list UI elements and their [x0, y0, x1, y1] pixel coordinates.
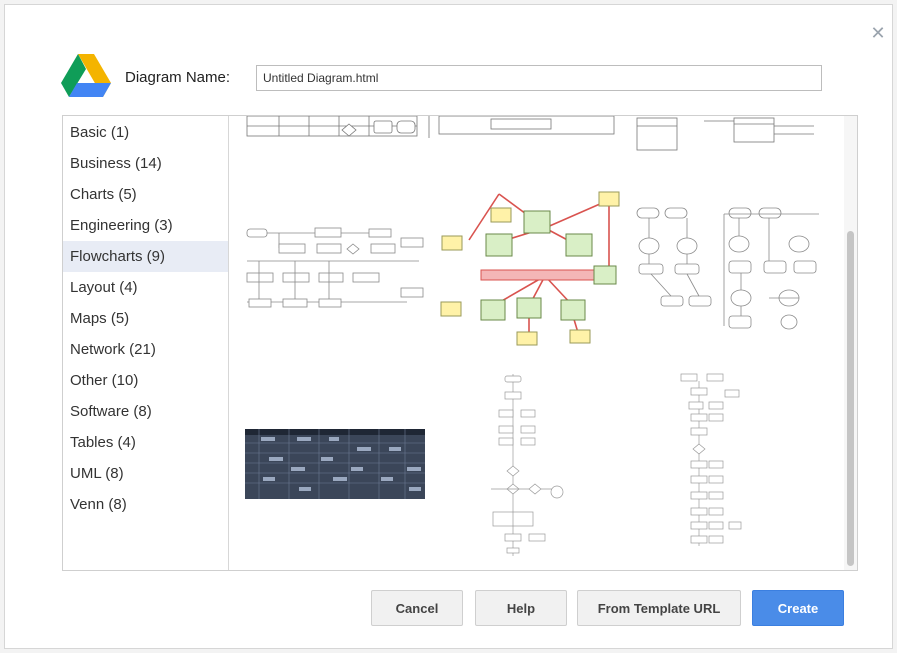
diagram-name-input[interactable] [256, 65, 822, 91]
template-thumbnail-flowchart-rounded[interactable] [636, 207, 819, 330]
category-venn[interactable]: Venn (8) [63, 489, 228, 520]
close-icon[interactable]: ✕ [870, 24, 886, 42]
category-basic[interactable]: Basic (1) [63, 117, 228, 148]
template-thumbnail-top-1[interactable] [246, 116, 418, 137]
template-preview-grid [229, 116, 843, 570]
template-thumbnail-flowchart-colored[interactable] [440, 191, 620, 346]
help-button[interactable]: Help [475, 590, 567, 626]
category-business[interactable]: Business (14) [63, 148, 228, 179]
template-thumbnail-flowchart-vertical-2[interactable] [680, 373, 742, 546]
template-thumbnail-table[interactable] [245, 429, 425, 499]
category-network[interactable]: Network (21) [63, 334, 228, 365]
google-drive-icon [61, 54, 111, 97]
category-layout[interactable]: Layout (4) [63, 272, 228, 303]
cancel-button[interactable]: Cancel [371, 590, 463, 626]
template-panel: Basic (1) Business (14) Charts (5) Engin… [62, 115, 858, 571]
diagram-name-label: Diagram Name: [125, 69, 231, 86]
create-button[interactable]: Create [752, 590, 844, 626]
scrollbar-thumb[interactable] [847, 231, 854, 566]
template-scrollbar[interactable] [844, 116, 857, 570]
template-thumbnail-top-2[interactable] [428, 116, 615, 138]
template-thumbnail-flowchart-1[interactable] [246, 227, 424, 308]
category-maps[interactable]: Maps (5) [63, 303, 228, 334]
new-diagram-dialog: ✕ Diagram Name: Basic (1) Business (14) … [4, 4, 893, 649]
from-template-url-button[interactable]: From Template URL [577, 590, 741, 626]
category-engineering[interactable]: Engineering (3) [63, 210, 228, 241]
category-uml[interactable]: UML (8) [63, 458, 228, 489]
category-tables[interactable]: Tables (4) [63, 427, 228, 458]
category-software[interactable]: Software (8) [63, 396, 228, 427]
category-other[interactable]: Other (10) [63, 365, 228, 396]
category-flowcharts[interactable]: Flowcharts (9) [63, 241, 228, 272]
template-thumbnail-flowchart-vertical[interactable] [491, 374, 564, 556]
category-charts[interactable]: Charts (5) [63, 179, 228, 210]
template-thumbnail-top-3[interactable] [636, 117, 814, 151]
category-list: Basic (1) Business (14) Charts (5) Engin… [63, 116, 229, 570]
